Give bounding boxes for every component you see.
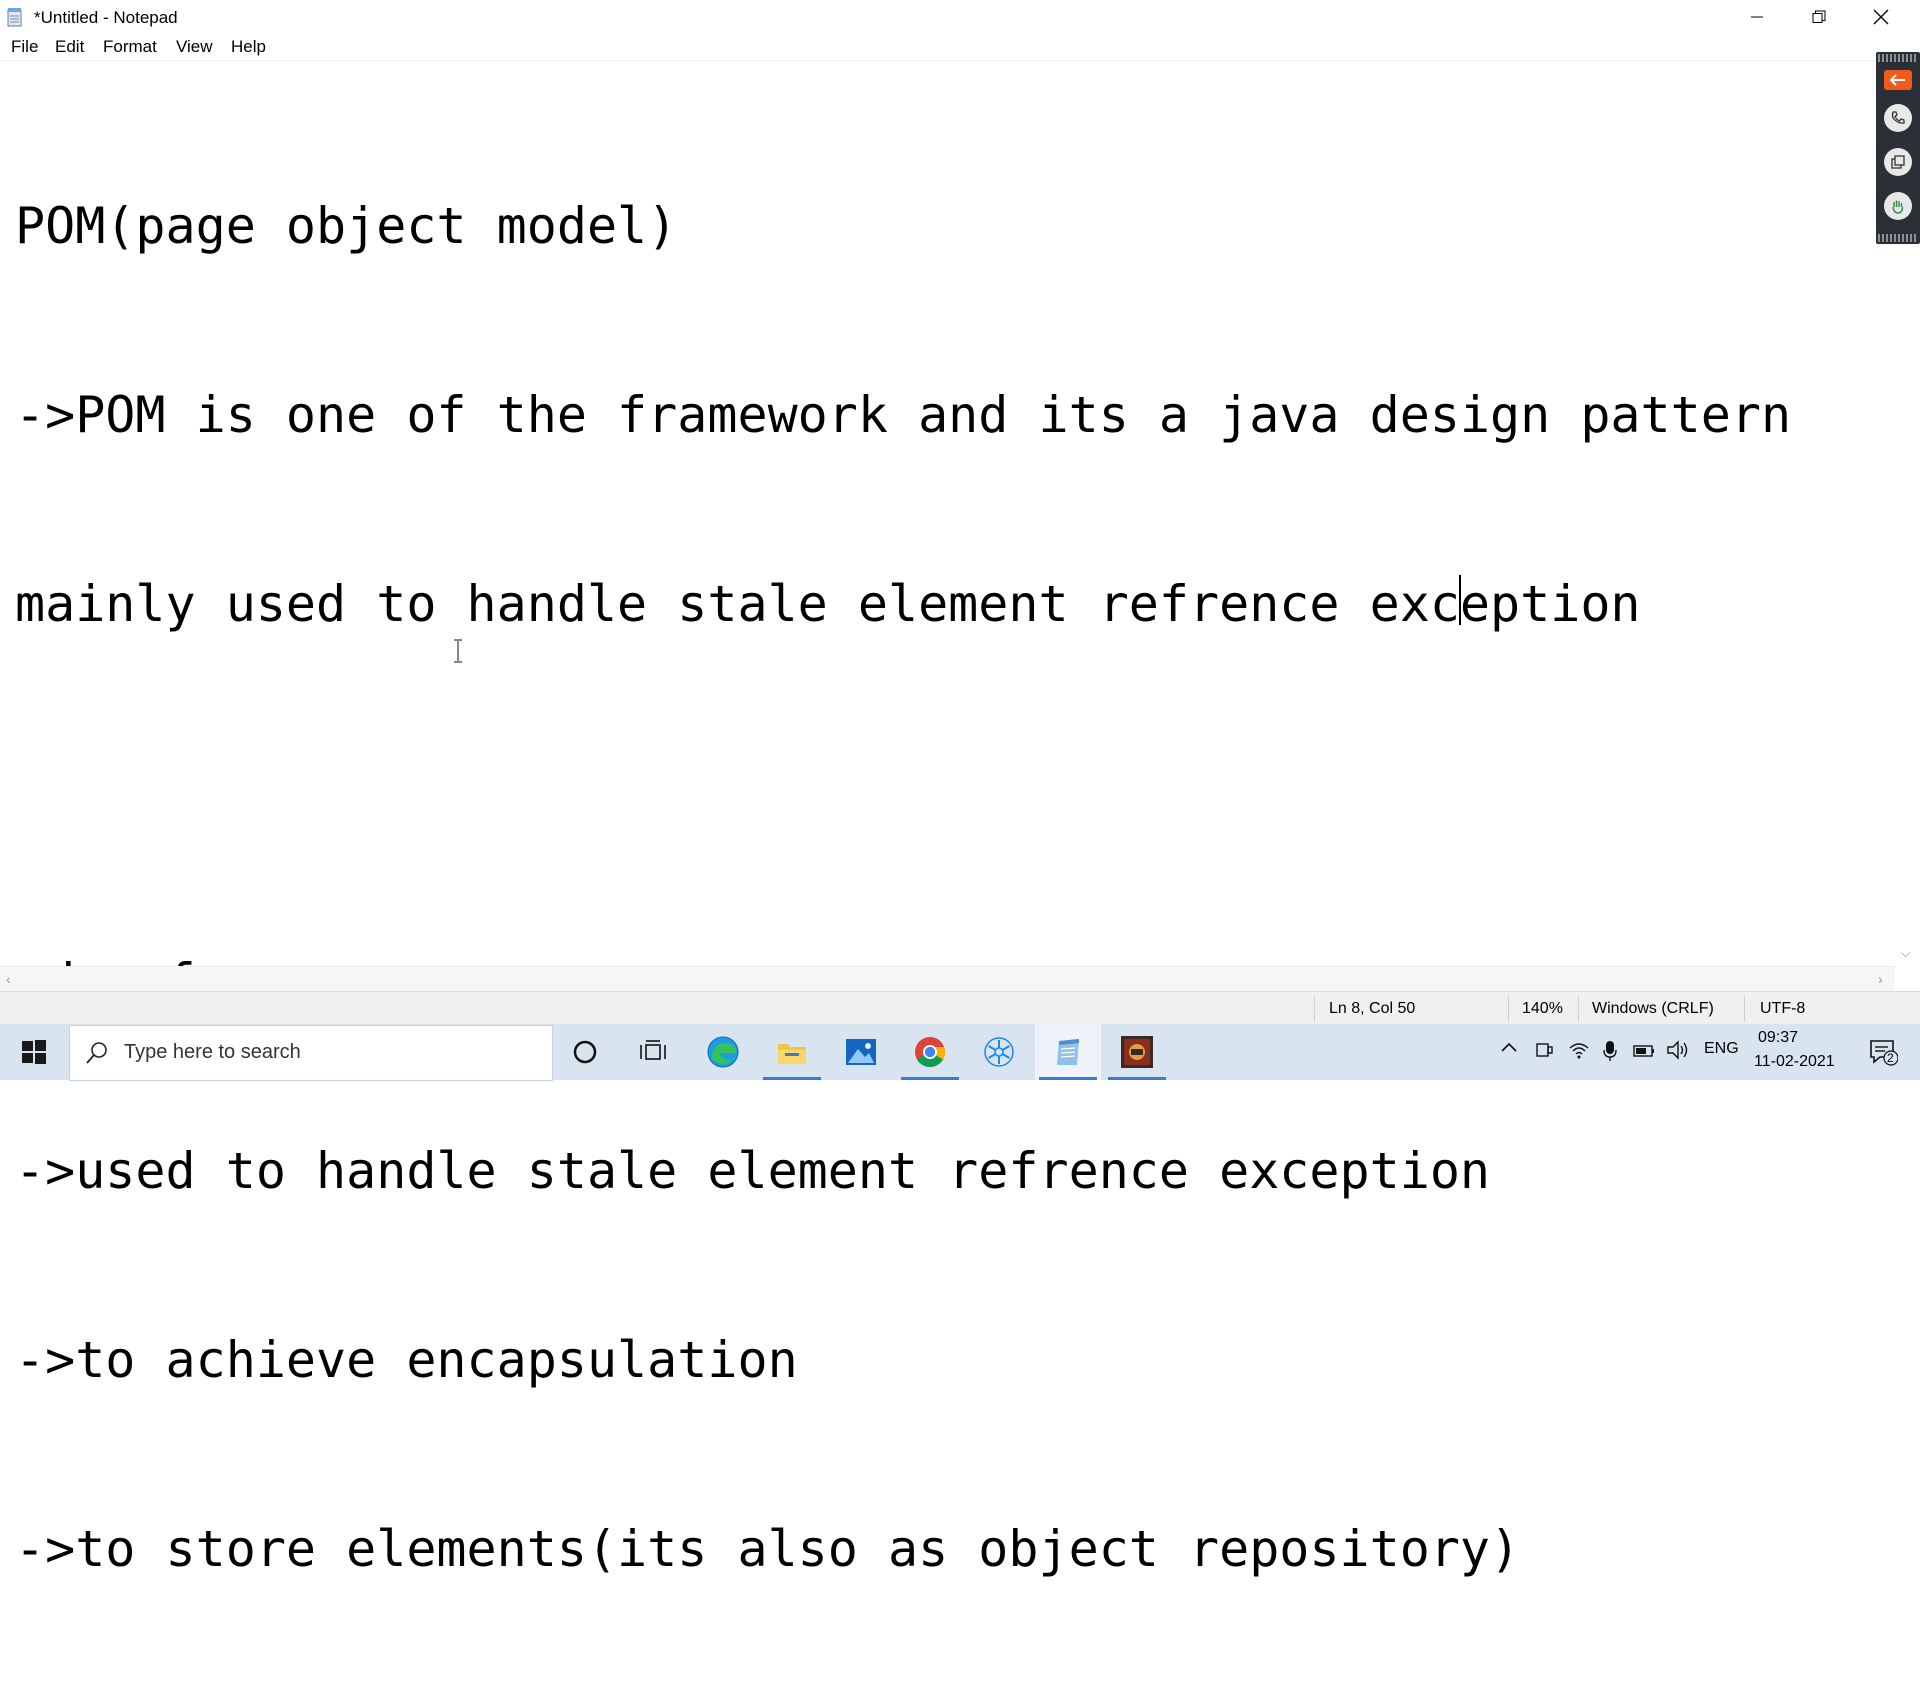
editor-line: POM(page object model)	[15, 197, 678, 255]
restore-icon	[1812, 10, 1826, 23]
edge-button[interactable]	[690, 1024, 756, 1080]
edge-icon	[707, 1036, 739, 1068]
close-icon	[1873, 9, 1889, 25]
close-button[interactable]	[1850, 0, 1912, 34]
file-explorer-icon	[778, 1044, 806, 1064]
notification-center-icon[interactable]: 2	[1868, 1038, 1899, 1066]
task-view-icon	[640, 1040, 666, 1060]
hand-tool-icon[interactable]	[1884, 192, 1912, 220]
editor-line: ->to achieve encapsulation	[15, 1331, 798, 1389]
clock-time[interactable]: 09:37	[1758, 1029, 1798, 1047]
notepad-taskbar-button[interactable]	[1035, 1024, 1101, 1080]
file-explorer-button[interactable]	[759, 1024, 825, 1080]
chrome-button[interactable]	[897, 1024, 963, 1080]
battery-icon[interactable]	[1632, 1040, 1656, 1065]
title-bar: *Untitled - Notepad	[0, 0, 1920, 34]
minimize-button[interactable]	[1726, 0, 1788, 34]
collapse-arrow-icon[interactable]	[1884, 70, 1912, 90]
search-icon	[86, 1042, 107, 1064]
scroll-right-icon[interactable]: ›	[1878, 971, 1883, 987]
ibeam-cursor-icon	[454, 639, 462, 663]
snowflake-app-icon	[984, 1037, 1014, 1067]
restore-button[interactable]	[1788, 0, 1850, 34]
taskbar: Type here to search ENG 09:37 11-02-2021…	[0, 1024, 1920, 1081]
status-divider	[1744, 996, 1745, 1022]
notepad-icon	[1057, 1039, 1079, 1065]
status-divider	[1508, 996, 1509, 1022]
phone-icon[interactable]	[1884, 104, 1912, 132]
text-editor[interactable]: POM(page object model) ->POM is one of t…	[0, 60, 1895, 1578]
panel-grip[interactable]	[1878, 54, 1918, 62]
minimize-icon	[1751, 16, 1763, 18]
scroll-down-icon[interactable]: ⌵	[1901, 946, 1910, 961]
photos-icon	[846, 1039, 876, 1065]
floating-tool-panel	[1876, 52, 1920, 244]
task-view-button[interactable]	[620, 1024, 686, 1080]
line-ending: Windows (CRLF)	[1592, 1000, 1714, 1017]
search-placeholder: Type here to search	[124, 1041, 301, 1063]
volume-icon[interactable]	[1666, 1040, 1690, 1065]
start-button[interactable]	[0, 1024, 68, 1080]
editor-text[interactable]: POM(page object model) ->POM is one of t…	[15, 69, 1895, 1578]
photos-button[interactable]	[828, 1024, 894, 1080]
menu-help[interactable]: Help	[231, 37, 266, 57]
notification-count: 2	[1887, 1051, 1894, 1065]
status-divider	[1578, 996, 1579, 1022]
menu-view[interactable]: View	[176, 37, 213, 57]
cortana-button[interactable]	[552, 1024, 618, 1080]
game-app-button[interactable]	[1104, 1024, 1170, 1080]
status-bar: Ln 8, Col 50 140% Windows (CRLF) UTF-8	[0, 991, 1920, 1025]
game-app-icon	[1121, 1036, 1153, 1068]
zoom-level: 140%	[1522, 1000, 1563, 1017]
menu-file[interactable]: File	[11, 37, 38, 57]
status-divider	[1314, 996, 1315, 1022]
editor-line: ->to store elements(its also as object r…	[15, 1520, 1521, 1578]
microphone-icon[interactable]	[1602, 1040, 1618, 1067]
chrome-icon	[915, 1037, 946, 1068]
encoding: UTF-8	[1760, 1000, 1806, 1017]
cursor-position: Ln 8, Col 50	[1329, 1000, 1416, 1017]
editor-line: mainly used to handle stale element refr…	[15, 575, 1641, 633]
menu-format[interactable]: Format	[103, 37, 157, 57]
scroll-left-icon[interactable]: ‹	[6, 971, 11, 987]
text-caret	[1459, 575, 1461, 625]
panel-grip[interactable]	[1878, 234, 1918, 242]
windows-logo-icon	[22, 1040, 46, 1064]
menu-bar: File Edit Format View Help	[0, 34, 1920, 60]
wifi-icon[interactable]	[1568, 1040, 1590, 1065]
taskbar-search[interactable]: Type here to search	[69, 1025, 553, 1081]
window-title: *Untitled - Notepad	[34, 8, 178, 27]
editor-line: ->POM is one of the framework and its a …	[15, 386, 1792, 444]
language-indicator[interactable]: ENG	[1704, 1040, 1739, 1058]
meet-now-icon[interactable]	[1534, 1040, 1554, 1065]
notepad-icon	[7, 8, 22, 27]
menu-edit[interactable]: Edit	[55, 37, 84, 57]
horizontal-scrollbar[interactable]: ‹ ›	[0, 966, 1895, 992]
cortana-icon	[573, 1040, 597, 1064]
copy-screen-icon[interactable]	[1884, 148, 1912, 176]
snowflake-app-button[interactable]	[966, 1024, 1032, 1080]
editor-line: ->used to handle stale element refrence …	[15, 1142, 1491, 1200]
chevron-up-icon[interactable]	[1500, 1040, 1518, 1059]
clock-date[interactable]: 11-02-2021	[1754, 1053, 1835, 1071]
